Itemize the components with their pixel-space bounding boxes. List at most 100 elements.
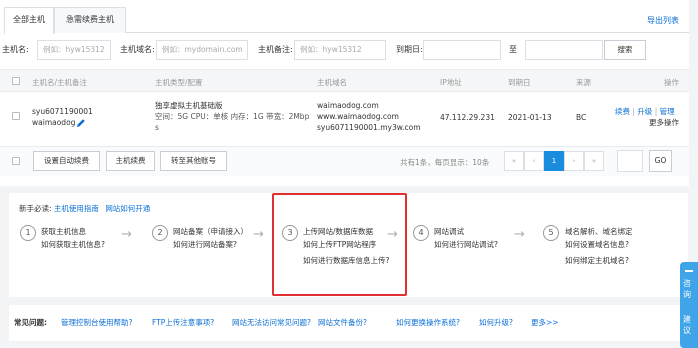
step-2-title: 网站备案（申请接入） [173, 227, 248, 236]
footer-select-all-checkbox[interactable] [12, 157, 20, 165]
step-2-number: 2 [152, 225, 168, 241]
faq-link-more[interactable]: 更多>> [531, 317, 559, 328]
site-open-guide-link[interactable]: 网站如何开通 [105, 204, 150, 213]
faq-link-os[interactable]: 如何更换操作系统? [396, 317, 460, 328]
col-ip: IP地址 [440, 78, 462, 87]
manage-link[interactable]: 管理 [660, 107, 675, 116]
side-tab-suggest: 建议 [683, 315, 691, 335]
host-usage-guide-link[interactable]: 主机使用指南 [54, 204, 99, 213]
tab-bar: 全部主机 急需续费主机 [4, 7, 689, 34]
host-type: 独享虚拟主机基础版 [155, 101, 223, 110]
step-4-title: 网站调试 [434, 227, 464, 236]
col-source: 来源 [576, 78, 591, 87]
highlight-box [272, 193, 407, 296]
auto-renew-button[interactable]: 设置自动续费 [33, 151, 100, 171]
row-actions: 续费 | 升级 | 管理 [615, 107, 675, 117]
faq-link-upgrade[interactable]: 如何升级? [479, 317, 513, 328]
pagination-summary: 共有1条，每页显示：10条 [400, 158, 490, 167]
side-tab-consult: 咨询 [683, 279, 691, 299]
ip-address: 47.112.29.231 [440, 113, 495, 122]
upgrade-link[interactable]: 升级 [637, 107, 652, 116]
domain-placeholder: 例如：mydomain.com [162, 45, 243, 54]
source: BC [576, 113, 587, 122]
page-number: 1 [551, 157, 557, 165]
go-button[interactable]: GO [649, 150, 672, 172]
step-arrow-icon: → [514, 227, 525, 242]
side-tab-handle-icon [685, 270, 693, 272]
edit-pencil-icon[interactable] [76, 118, 86, 128]
auto-renew-label: 设置自动续费 [44, 156, 89, 165]
search-button-label: 搜索 [617, 45, 633, 54]
domain-label: 主机域名: [120, 45, 155, 54]
host-name-label: 主机名: [2, 45, 29, 54]
note-input[interactable]: 例如：hyw15312 [294, 40, 386, 60]
consult-side-tab[interactable]: 咨询 建议 [680, 262, 698, 348]
select-all-checkbox[interactable] [12, 77, 20, 85]
expire-separator: 至 [509, 45, 517, 54]
host-renew-label: 主机续费 [115, 156, 146, 165]
step-1-number: 1 [20, 225, 36, 241]
search-button[interactable]: 搜索 [604, 40, 646, 60]
page-prev-button[interactable]: ‹ [524, 151, 544, 171]
table-row: syu6071190001 waimaodog 独享虚拟主机基础版 空间：5G … [0, 92, 689, 146]
faq-link-backup[interactable]: 网站文件备份? [318, 317, 367, 328]
col-host-name: 主机名/主机备注 [32, 78, 88, 87]
host-note: waimaodog [32, 118, 76, 127]
page-last-icon: » [591, 157, 597, 165]
step-5-number: 5 [543, 225, 559, 241]
tab-label: 急需续费主机 [66, 15, 114, 24]
more-actions-link[interactable]: 更多操作 [649, 118, 679, 128]
action-separator: | [654, 107, 658, 116]
page-1-button[interactable]: 1 [544, 151, 564, 171]
step-2-link[interactable]: 如何进行网站备案? [173, 240, 237, 250]
page-first-icon: « [511, 157, 517, 165]
export-list-link[interactable]: 导出列表 [647, 15, 679, 26]
faq-link-access[interactable]: 网站无法访问常见问题? [232, 317, 311, 328]
step-4-link[interactable]: 如何进行网站调试? [434, 240, 498, 250]
host-config: 空间：5G CPU：单核 内存：1G 带宽：2Mbp [155, 112, 310, 121]
action-separator: | [632, 107, 635, 116]
table-header: 主机名/主机备注 主机类型/配置 主机域名 IP地址 到期日 来源 操作 [0, 69, 689, 92]
expire-label: 到期日: [396, 45, 423, 54]
transfer-account-button[interactable]: 转至其他账号 [160, 151, 227, 171]
step-5-link-bind[interactable]: 如何绑定主机域名? [565, 256, 629, 266]
domain-3: syu6071190001.my3w.com [317, 123, 421, 132]
col-domain: 主机域名 [317, 78, 347, 87]
faq-link-ftp[interactable]: FTP上传注意事项? [152, 317, 214, 328]
expire-start-input[interactable] [423, 40, 501, 60]
tab-all-hosts[interactable]: 全部主机 [4, 7, 54, 34]
host-renew-button[interactable]: 主机续费 [106, 151, 155, 171]
page-jump-input[interactable] [617, 150, 643, 172]
page-prev-icon: ‹ [532, 157, 536, 165]
page-last-button[interactable]: » [584, 151, 604, 171]
step-1-title: 获取主机信息 [41, 227, 86, 236]
host-name-placeholder: 例如：hyw15312 [43, 45, 105, 54]
faq-link-console[interactable]: 管理控制台使用帮助? [61, 317, 132, 328]
domain-input[interactable]: 例如：mydomain.com [156, 40, 248, 60]
page-first-button[interactable]: « [504, 151, 524, 171]
row-checkbox[interactable] [12, 112, 20, 120]
step-arrow-icon: → [121, 227, 132, 242]
guide-intro-label: 新手必读: [19, 204, 52, 213]
page-next-icon: › [572, 157, 576, 165]
tab-renew-needed[interactable]: 急需续费主机 [54, 7, 126, 33]
step-arrow-icon: → [253, 227, 264, 242]
page-next-button[interactable]: › [564, 151, 584, 171]
col-expire: 到期日 [508, 78, 531, 87]
col-host-type: 主机类型/配置 [155, 78, 203, 87]
go-label: GO [654, 156, 667, 165]
expire-date: 2021-01-13 [508, 113, 552, 122]
host-name-input[interactable]: 例如：hyw15312 [37, 40, 111, 60]
host-list-panel: 全部主机 急需续费主机 导出列表 主机名: 例如：hyw15312 主机域名: … [0, 0, 689, 186]
step-5-link-dns[interactable]: 如何设置域名信息? [565, 240, 629, 250]
expire-end-input[interactable] [525, 40, 603, 60]
tab-label: 全部主机 [13, 15, 45, 24]
domain-2: www.waimaodog.com [317, 112, 399, 121]
host-name-link[interactable]: syu6071190001 [32, 107, 93, 117]
faq-label: 常见问题: [14, 318, 47, 327]
host-config-wrap: s [155, 123, 159, 132]
guide-intro: 新手必读: 主机使用指南 网站如何开通 [19, 203, 150, 214]
renew-link[interactable]: 续费 [615, 107, 630, 116]
step-1-link[interactable]: 如何获取主机信息? [41, 240, 105, 250]
domain-1: waimaodog.com [317, 101, 379, 110]
